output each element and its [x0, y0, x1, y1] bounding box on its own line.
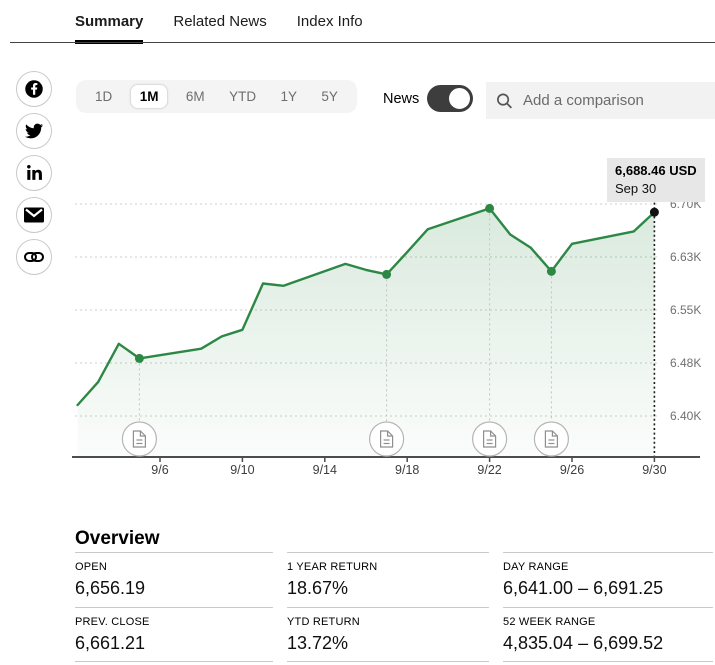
stat-label: 1 YEAR RETURN	[287, 561, 489, 573]
stat-open: OPEN 6,656.19	[75, 552, 273, 607]
range-6m-button[interactable]: 6M	[179, 85, 212, 108]
x-axis-label: 9/14	[313, 463, 337, 477]
time-range-selector: 1D 1M 6M YTD 1Y 5Y	[76, 80, 357, 113]
news-event-marker[interactable]	[534, 422, 568, 456]
range-ytd-button[interactable]: YTD	[222, 85, 263, 108]
tab-bar-divider	[10, 42, 715, 43]
facebook-icon	[24, 79, 44, 99]
news-toggle-knob	[447, 86, 472, 111]
news-document-icon	[133, 431, 145, 447]
comparison-search-input[interactable]	[521, 91, 705, 110]
range-1m-button[interactable]: 1M	[130, 84, 169, 109]
stat-label: OPEN	[75, 561, 273, 573]
range-1d-button[interactable]: 1D	[88, 85, 119, 108]
stat-label: YTD RETURN	[287, 616, 489, 628]
share-facebook-button[interactable]	[16, 71, 52, 107]
x-axis-label: 9/30	[642, 463, 666, 477]
stat-value: 6,641.00 – 6,691.25	[503, 578, 713, 599]
y-axis-label: 6.48K	[670, 356, 701, 370]
comparison-search	[486, 82, 715, 119]
last-price-point[interactable]	[650, 208, 659, 217]
stat-value: 6,656.19	[75, 578, 273, 599]
news-data-point[interactable]	[135, 354, 144, 363]
stat-prev-close: PREV. CLOSE 6,661.21	[75, 607, 273, 662]
news-document-icon	[484, 431, 496, 447]
search-icon	[496, 92, 513, 110]
tab-summary[interactable]: Summary	[75, 13, 143, 44]
y-axis-label: 6.40K	[670, 409, 701, 423]
stat-label: PREV. CLOSE	[75, 616, 273, 628]
overview-stats-grid: OPEN 6,656.19 1 YEAR RETURN 18.67% DAY R…	[75, 552, 713, 662]
news-event-marker[interactable]	[122, 422, 156, 456]
news-data-point[interactable]	[382, 270, 391, 279]
x-axis-label: 9/10	[230, 463, 254, 477]
range-1y-button[interactable]: 1Y	[273, 85, 304, 108]
news-document-icon	[381, 431, 393, 447]
range-5y-button[interactable]: 5Y	[314, 85, 345, 108]
tooltip-price: 6,688.46 USD	[615, 162, 697, 180]
news-toggle[interactable]	[427, 85, 473, 112]
y-axis-label: 6.55K	[670, 303, 701, 317]
stat-value: 6,661.21	[75, 633, 273, 654]
tab-related-news[interactable]: Related News	[173, 13, 266, 44]
stat-1-year-return: 1 YEAR RETURN 18.67%	[287, 552, 489, 607]
stat-52-week-range: 52 WEEK RANGE 4,835.04 – 6,699.52	[503, 607, 713, 662]
stat-value: 4,835.04 – 6,699.52	[503, 633, 713, 654]
price-tooltip: 6,688.46 USD Sep 30	[607, 158, 705, 202]
news-data-point[interactable]	[547, 267, 556, 276]
overview-title: Overview	[75, 528, 160, 550]
tab-bar: Summary Related News Index Info	[75, 13, 363, 44]
y-axis-label: 6.63K	[670, 250, 701, 264]
news-event-marker[interactable]	[370, 422, 404, 456]
tooltip-date: Sep 30	[615, 180, 697, 198]
x-axis-label: 9/18	[395, 463, 419, 477]
stat-value: 13.72%	[287, 633, 489, 654]
news-toggle-label: News	[383, 91, 419, 107]
news-data-point[interactable]	[485, 204, 494, 213]
news-document-icon	[545, 431, 557, 447]
stat-ytd-return: YTD RETURN 13.72%	[287, 607, 489, 662]
stat-value: 18.67%	[287, 578, 489, 599]
stat-day-range: DAY RANGE 6,641.00 – 6,691.25	[503, 552, 713, 607]
tab-index-info[interactable]: Index Info	[297, 13, 363, 44]
x-axis-label: 9/22	[477, 463, 501, 477]
index-quote-page: Summary Related News Index Info	[0, 0, 715, 665]
stat-label: DAY RANGE	[503, 561, 713, 573]
x-axis-label: 9/26	[560, 463, 584, 477]
stat-label: 52 WEEK RANGE	[503, 616, 713, 628]
news-event-marker[interactable]	[473, 422, 507, 456]
x-axis-label: 9/6	[151, 463, 168, 477]
